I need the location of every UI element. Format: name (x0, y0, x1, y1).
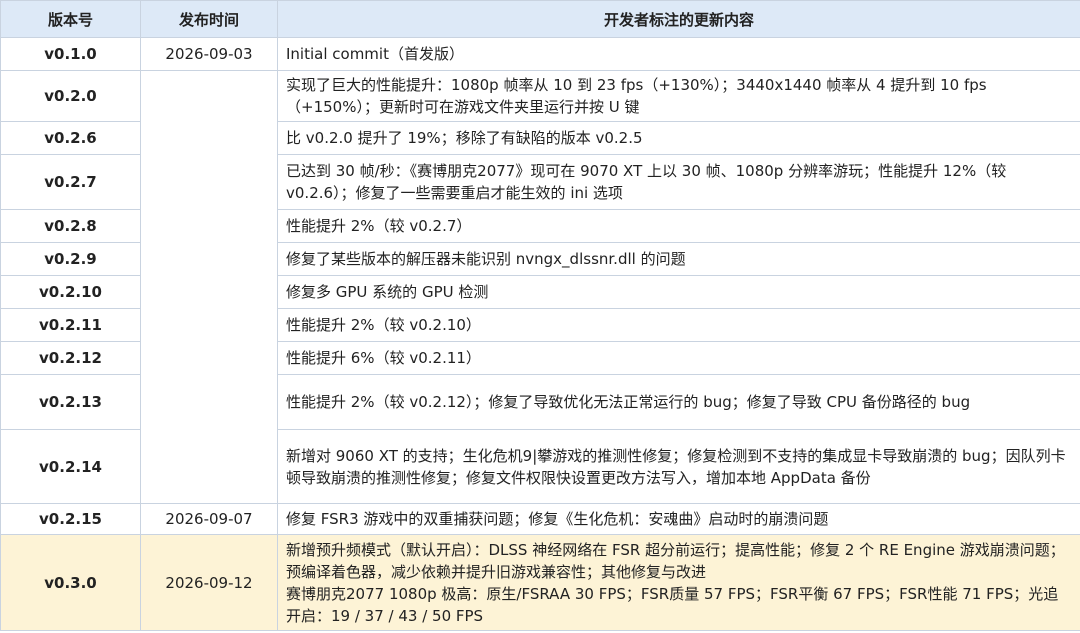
table-row: v0.2.15 2026-09-07 修复 FSR3 游戏中的双重捕获问题；修复… (0, 503, 1080, 535)
notes-cell: 比 v0.2.0 提升了 19%；移除了有缺陷的版本 v0.2.5 (277, 121, 1080, 155)
date-cell: 2026-09-07 (140, 503, 278, 535)
version-cell: v0.2.10 (0, 275, 141, 309)
date-cell (140, 70, 278, 504)
notes-cell: 已达到 30 帧/秒：《赛博朋克2077》现可在 9070 XT 上以 30 帧… (277, 154, 1080, 210)
version-cell: v0.2.6 (0, 121, 141, 155)
notes-cell: 性能提升 2%（较 v0.2.12）；修复了导致优化无法正常运行的 bug；修复… (277, 374, 1080, 430)
notes-cell: 性能提升 2%（较 v0.2.10） (277, 308, 1080, 342)
notes-line: 赛博朋克2077 1080p 极高：原生/FSRAA 30 FPS；FSR质量 … (286, 584, 1059, 625)
version-cell: v0.2.13 (0, 374, 141, 430)
notes-cell: 修复了某些版本的解压器未能识别 nvngx_dlssnr.dll 的问题 (277, 242, 1080, 276)
table-row: v0.2.0 实现了巨大的性能提升：1080p 帧率从 10 到 23 fps（… (0, 70, 1080, 504)
version-cell: v0.1.0 (0, 37, 141, 71)
version-cell: v0.2.15 (0, 503, 141, 535)
date-cell: 2026-09-12 (140, 534, 278, 631)
version-cell: v0.2.9 (0, 242, 141, 276)
table-row: v0.1.0 2026-09-03 Initial commit（首发版） (0, 37, 1080, 71)
table-row-highlighted: v0.3.0 2026-09-12 新增预升频模式（默认开启）：DLSS 神经网… (0, 534, 1080, 631)
version-cell: v0.2.11 (0, 308, 141, 342)
version-cell: v0.2.8 (0, 209, 141, 243)
notes-cell: 性能提升 6%（较 v0.2.11） (277, 341, 1080, 375)
notes-line: 新增预升频模式（默认开启）：DLSS 神经网络在 FSR 超分前运行；提高性能；… (286, 540, 1065, 581)
date-header: 发布时间 (140, 0, 278, 38)
notes-cell: 性能提升 2%（较 v0.2.7） (277, 209, 1080, 243)
version-cell: v0.2.14 (0, 429, 141, 504)
notes-cell: 新增对 9060 XT 的支持；生化危机9|攀游戏的推测性修复；修复检测到不支持… (277, 429, 1080, 504)
version-cell: v0.2.7 (0, 154, 141, 210)
notes-header: 开发者标注的更新内容 (277, 0, 1080, 38)
changelog-table: 版本号 发布时间 开发者标注的更新内容 v0.1.0 2026-09-03 In… (0, 0, 1080, 631)
version-cell: v0.2.12 (0, 341, 141, 375)
version-cell: v0.2.0 (0, 70, 141, 122)
header-row: 版本号 发布时间 开发者标注的更新内容 (0, 0, 1080, 38)
date-cell: 2026-09-03 (140, 37, 278, 71)
notes-cell: 新增预升频模式（默认开启）：DLSS 神经网络在 FSR 超分前运行；提高性能；… (277, 534, 1080, 631)
version-cell: v0.3.0 (0, 534, 141, 631)
notes-cell: Initial commit（首发版） (277, 37, 1080, 71)
notes-cell: 实现了巨大的性能提升：1080p 帧率从 10 到 23 fps（+130%）；… (277, 70, 1080, 122)
version-header: 版本号 (0, 0, 141, 38)
notes-cell: 修复多 GPU 系统的 GPU 检测 (277, 275, 1080, 309)
notes-cell: 修复 FSR3 游戏中的双重捕获问题；修复《生化危机：安魂曲》启动时的崩溃问题 (277, 503, 1080, 535)
